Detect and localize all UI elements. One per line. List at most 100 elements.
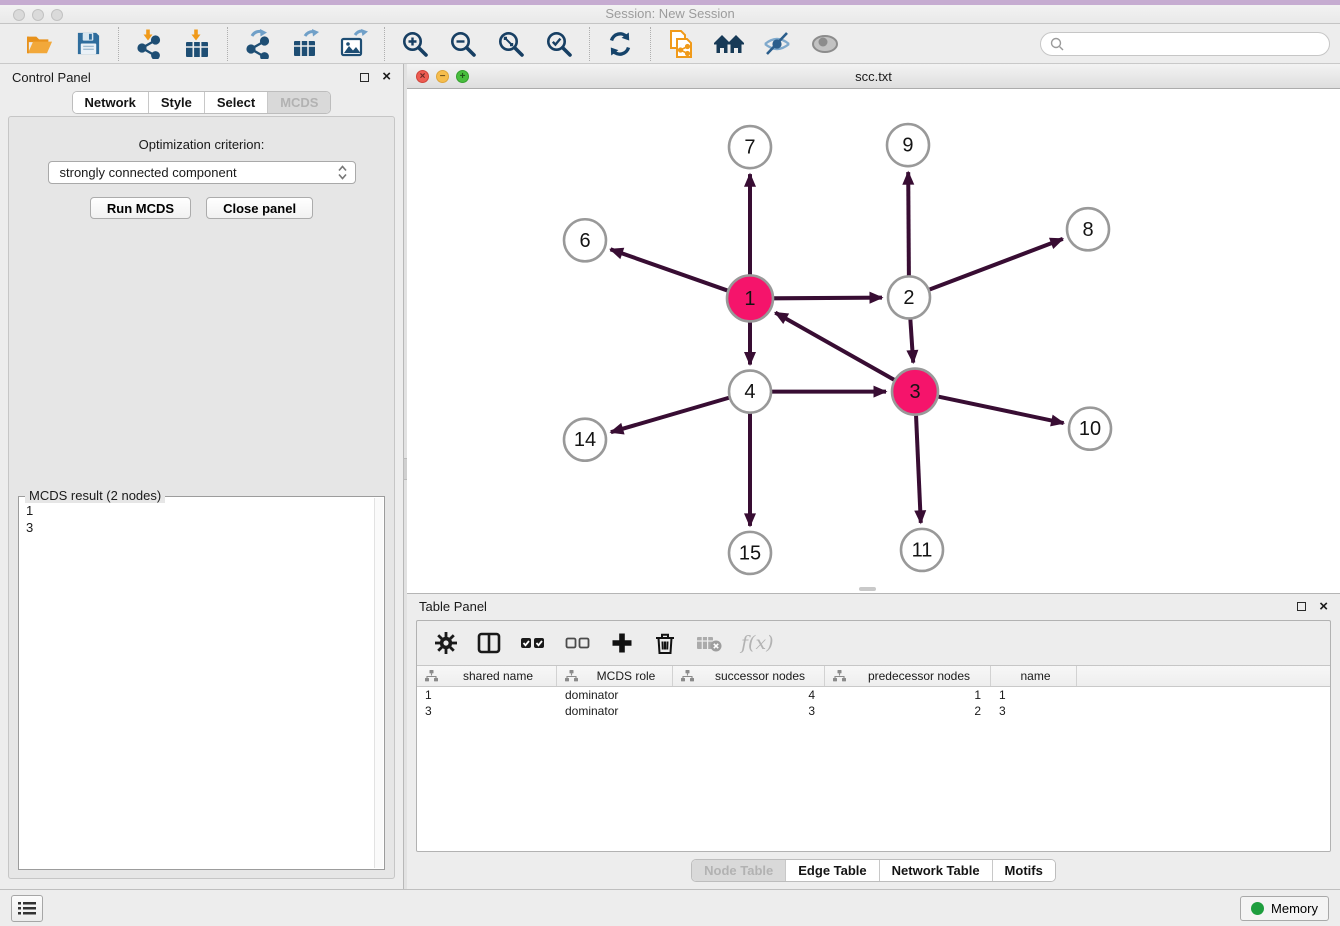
result-scrollbar[interactable] — [374, 498, 383, 868]
svg-text:14: 14 — [574, 429, 596, 451]
export-network-icon[interactable] — [242, 28, 274, 60]
delete-table-icon — [696, 632, 722, 654]
canvas-hscroll-thumb[interactable] — [859, 587, 876, 591]
table-cell: 3 — [991, 704, 1077, 718]
graph-edge-3-11[interactable] — [916, 415, 921, 523]
apply-layout-icon[interactable] — [604, 28, 636, 60]
graph-edge-3-1[interactable] — [775, 313, 895, 381]
run-mcds-button[interactable]: Run MCDS — [90, 197, 191, 219]
table-cell: 3 — [673, 704, 825, 718]
zoom-out-icon[interactable] — [447, 28, 479, 60]
deselect-all-columns-icon[interactable] — [565, 631, 591, 655]
table-row[interactable]: 1dominator411 — [417, 687, 1330, 703]
tab-mcds[interactable]: MCDS — [268, 92, 330, 113]
show-graphics-details-icon[interactable] — [809, 28, 841, 60]
graph-edge-1-2[interactable] — [773, 298, 882, 299]
export-image-icon[interactable] — [338, 28, 370, 60]
task-history-button[interactable] — [11, 895, 43, 922]
table-cell: 3 — [417, 704, 557, 718]
network-maximize-icon[interactable]: + — [456, 70, 469, 83]
network-window-title: scc.txt — [855, 69, 892, 84]
graph-node-9[interactable]: 9 — [887, 124, 929, 166]
graph-node-3[interactable]: 3 — [892, 369, 938, 415]
save-session-icon[interactable] — [72, 28, 104, 60]
graph-edge-2-8[interactable] — [929, 239, 1063, 290]
window-titlebar: Session: New Session — [0, 0, 1340, 24]
criterion-select[interactable]: strongly connected component — [48, 161, 356, 184]
network-window-titlebar[interactable]: × − + scc.txt — [407, 64, 1340, 89]
svg-text:2: 2 — [903, 287, 914, 309]
toggle-column-panel-icon[interactable] — [477, 631, 501, 655]
svg-text:1: 1 — [744, 288, 755, 310]
svg-text:3: 3 — [909, 381, 920, 403]
graph-edge-4-14[interactable] — [611, 398, 730, 433]
close-table-panel-icon[interactable]: × — [1319, 602, 1328, 612]
table-row[interactable]: 3dominator323 — [417, 703, 1330, 719]
table-body: 1dominator4113dominator323 — [417, 687, 1330, 719]
column-header-predecessor-nodes[interactable]: predecessor nodes — [825, 666, 991, 686]
mcds-result-line: 1 — [26, 502, 377, 519]
network-graph: 7 9 6 8 1 2 4 3 14 10 15 11 — [407, 89, 1340, 593]
table-cell: 1 — [825, 688, 991, 702]
graph-edge-2-3[interactable] — [910, 318, 913, 362]
column-header-shared-name[interactable]: shared name — [417, 666, 557, 686]
graph-node-6[interactable]: 6 — [564, 219, 606, 261]
float-table-panel-icon[interactable] — [1297, 602, 1306, 611]
tab-select[interactable]: Select — [205, 92, 268, 113]
tab-edge-table[interactable]: Edge Table — [786, 860, 879, 881]
search-box[interactable] — [1040, 32, 1330, 56]
table-cell: dominator — [557, 704, 673, 718]
hide-graphics-details-icon[interactable] — [761, 28, 793, 60]
memory-button[interactable]: Memory — [1240, 896, 1329, 921]
graph-edge-1-6[interactable] — [611, 249, 729, 290]
svg-text:6: 6 — [579, 230, 590, 252]
status-bar: Memory — [0, 889, 1340, 926]
close-panel-button[interactable]: Close panel — [206, 197, 313, 219]
table-settings-icon[interactable] — [434, 631, 458, 655]
tab-network-table[interactable]: Network Table — [880, 860, 993, 881]
column-header-name[interactable]: name — [991, 666, 1077, 686]
graph-node-1[interactable]: 1 — [727, 275, 773, 321]
export-table-icon[interactable] — [290, 28, 322, 60]
home-icon[interactable] — [713, 28, 745, 60]
table-cell: 1 — [991, 688, 1077, 702]
graph-node-15[interactable]: 15 — [729, 532, 771, 574]
network-canvas[interactable]: 7 9 6 8 1 2 4 3 14 10 15 11 — [407, 89, 1340, 593]
graph-node-2[interactable]: 2 — [888, 276, 930, 318]
import-network-icon[interactable] — [133, 28, 165, 60]
delete-column-icon[interactable] — [653, 631, 677, 655]
zoom-fit-icon[interactable] — [495, 28, 527, 60]
tab-motifs[interactable]: Motifs — [993, 860, 1055, 881]
open-session-icon[interactable] — [24, 28, 56, 60]
graph-node-14[interactable]: 14 — [564, 419, 606, 461]
select-all-columns-icon[interactable] — [520, 631, 546, 655]
search-input[interactable] — [1069, 36, 1320, 51]
import-table-icon[interactable] — [181, 28, 213, 60]
network-minimize-icon[interactable]: − — [436, 70, 449, 83]
tab-style[interactable]: Style — [149, 92, 205, 113]
graph-node-8[interactable]: 8 — [1067, 208, 1109, 250]
graph-edge-3-10[interactable] — [938, 396, 1064, 423]
zoom-selected-icon[interactable] — [543, 28, 575, 60]
column-header-successor-nodes[interactable]: successor nodes — [673, 666, 825, 686]
add-column-icon[interactable] — [610, 631, 634, 655]
accent-strip — [0, 0, 1340, 5]
tab-node-table[interactable]: Node Table — [692, 860, 786, 881]
tab-network[interactable]: Network — [73, 92, 149, 113]
close-panel-icon[interactable]: × — [382, 72, 391, 82]
column-header-MCDS-role[interactable]: MCDS role — [557, 666, 673, 686]
graph-node-7[interactable]: 7 — [729, 126, 771, 168]
criterion-value: strongly connected component — [60, 165, 337, 180]
table-toolbar: f(x) — [417, 621, 1330, 665]
network-close-icon[interactable]: × — [416, 70, 429, 83]
graph-node-10[interactable]: 10 — [1069, 408, 1111, 450]
zoom-in-icon[interactable] — [399, 28, 431, 60]
graph-edge-2-9[interactable] — [908, 172, 909, 276]
mcds-result-box: MCDS result (2 nodes) 13 — [18, 496, 385, 870]
graph-node-11[interactable]: 11 — [901, 529, 943, 571]
main-toolbar — [0, 24, 1340, 64]
graph-node-4[interactable]: 4 — [729, 371, 771, 413]
duplicate-network-icon[interactable] — [665, 28, 697, 60]
table-panel-title: Table Panel — [419, 599, 487, 614]
float-panel-icon[interactable] — [360, 73, 369, 82]
